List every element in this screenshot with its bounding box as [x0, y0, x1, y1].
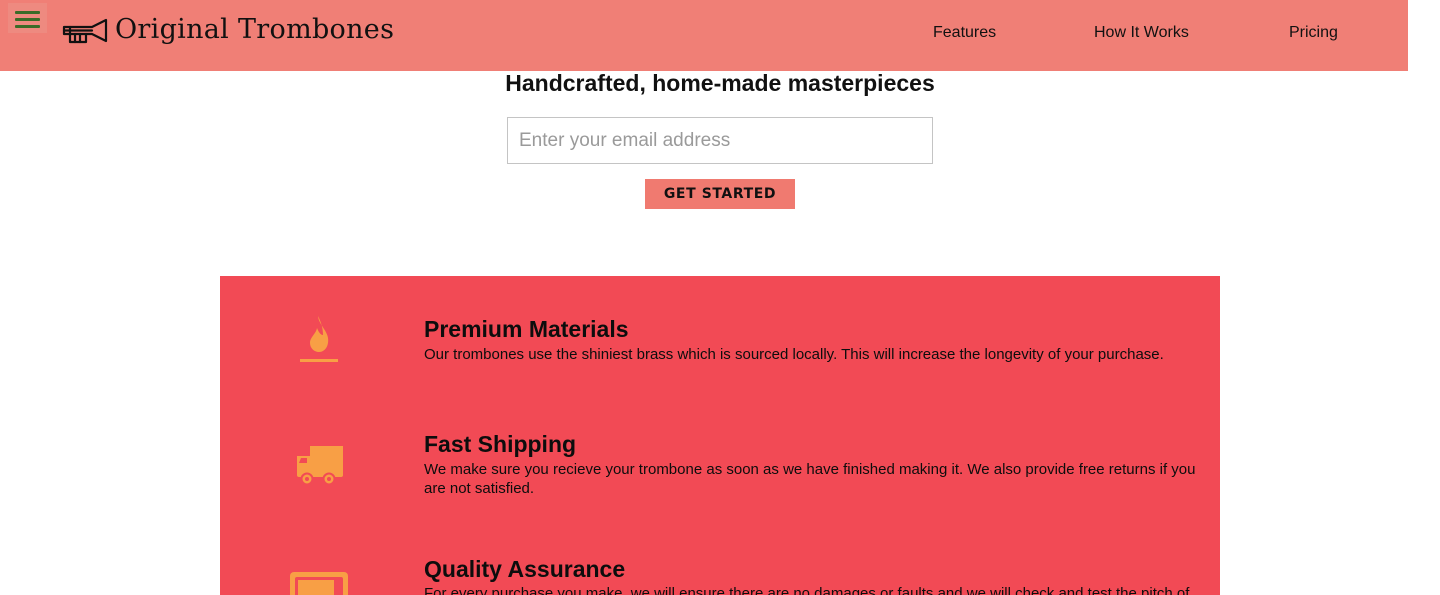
- battery-icon: [290, 572, 348, 595]
- feature-description: We make sure you recieve your trombone a…: [424, 461, 1196, 497]
- trombone-icon[interactable]: [62, 17, 108, 49]
- brand-name[interactable]: Original Trombones: [115, 14, 394, 45]
- feature-description: For every purchase you make, we will ens…: [424, 585, 1190, 595]
- nav-link-features[interactable]: Features: [933, 24, 996, 42]
- nav-link-pricing[interactable]: Pricing: [1289, 24, 1338, 42]
- site-header: Original Trombones Features How It Works…: [0, 0, 1408, 71]
- feature-title: Fast Shipping: [424, 431, 577, 457]
- get-started-button[interactable]: GET STARTED: [645, 179, 795, 209]
- feature-title: Quality Assurance: [424, 556, 626, 582]
- menu-bar: [15, 25, 40, 28]
- hero-title: Handcrafted, home-made masterpieces: [505, 70, 935, 96]
- menu-bar: [15, 18, 40, 21]
- features-section: Premium Materials Our trombones use the …: [220, 276, 1220, 595]
- email-input[interactable]: [507, 117, 933, 164]
- hamburger-menu-button[interactable]: [8, 3, 47, 33]
- menu-bar: [15, 11, 40, 14]
- nav-link-how-it-works[interactable]: How It Works: [1094, 24, 1189, 42]
- feature-title: Premium Materials: [424, 316, 629, 342]
- fire-icon: [300, 316, 338, 362]
- truck-icon: [297, 446, 343, 486]
- feature-description: Our trombones use the shiniest brass whi…: [424, 346, 1164, 363]
